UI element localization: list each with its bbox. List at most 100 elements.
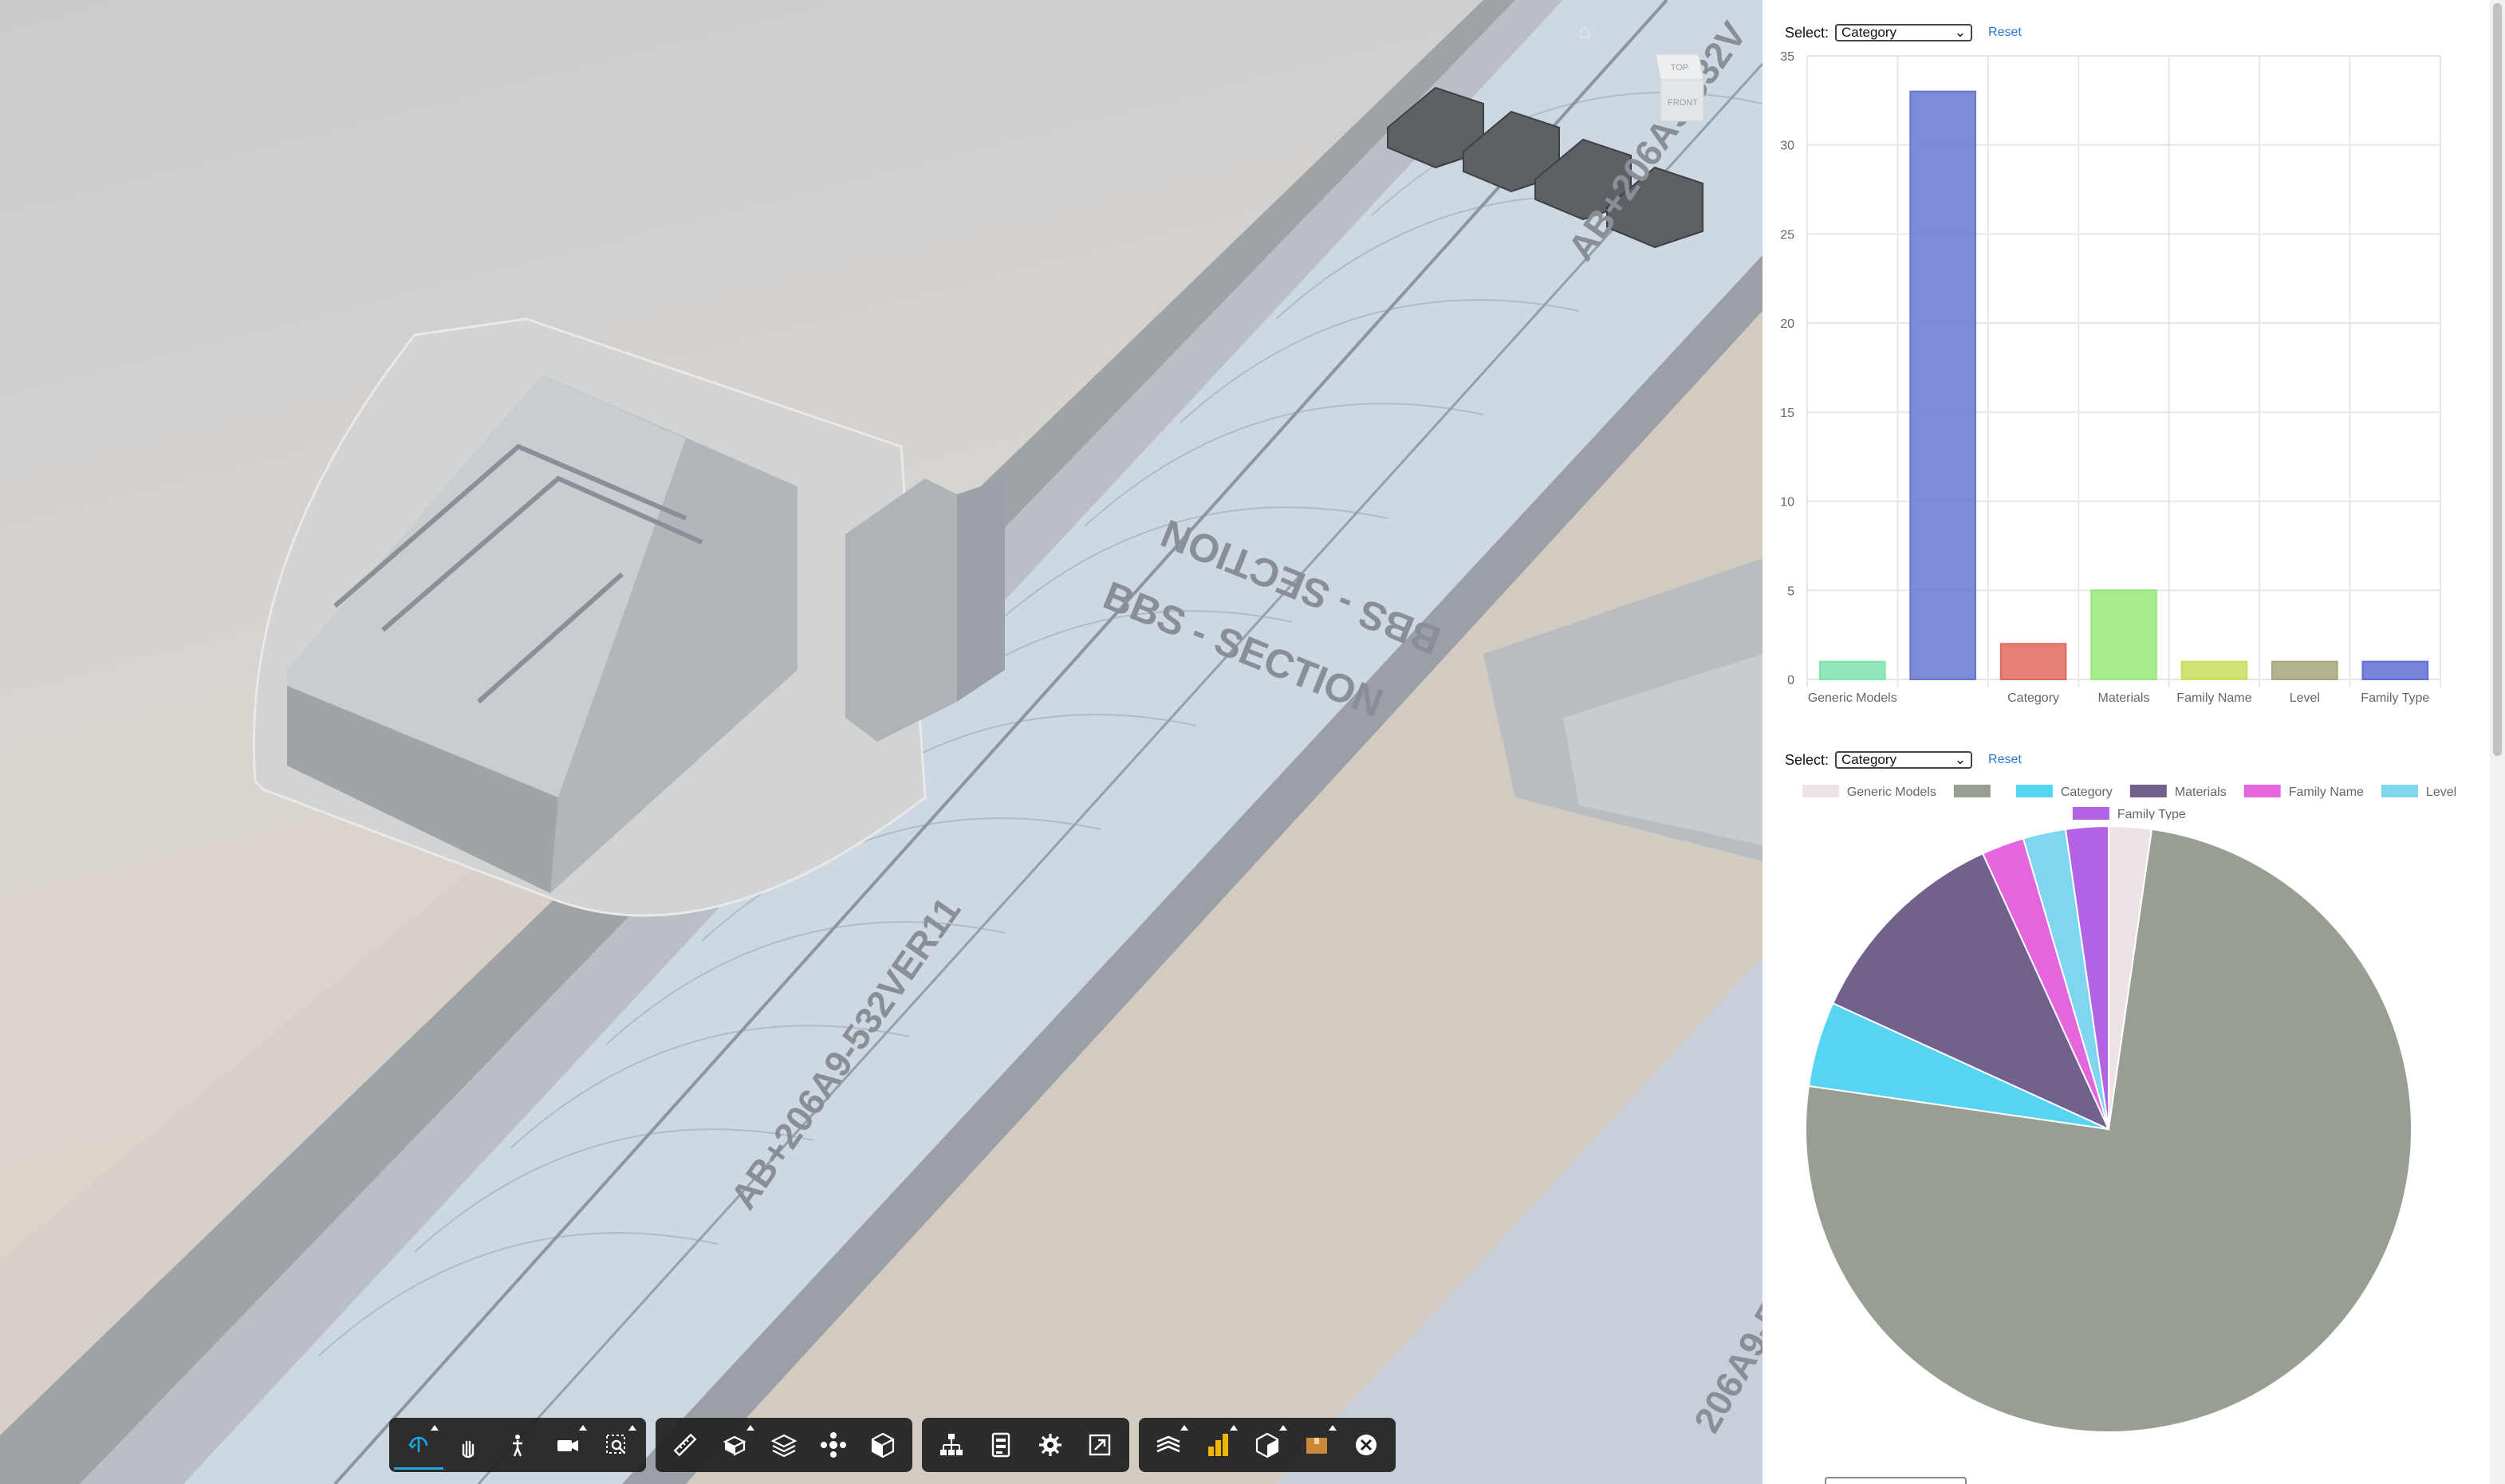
- bar[interactable]: [2180, 660, 2248, 681]
- view-cube[interactable]: TOP FRONT: [1651, 48, 1707, 128]
- fullscreen-icon: [1089, 1434, 1111, 1456]
- bar-x-tick-label: Category: [2007, 691, 2059, 705]
- 3d-viewer[interactable]: AB+206A9-532VER11 BBS - SECTION BBS - SE…: [0, 0, 1763, 1484]
- camera-button[interactable]: [542, 1420, 592, 1470]
- toolbar-group-3: [922, 1418, 1129, 1472]
- section-button[interactable]: [710, 1420, 759, 1470]
- more-arrow-icon: [431, 1425, 439, 1431]
- analytics-panel: Select: Category ⌄ Reset 0 5 10 15 20 25 30 35 G…: [1763, 0, 2496, 1484]
- pie-select-row: Select: Category ⌄ Reset: [1785, 751, 2022, 769]
- bar[interactable]: [1909, 90, 1976, 680]
- camera-icon: [557, 1440, 578, 1451]
- pie-legend: Generic Models Category Materials Family Na…: [1802, 785, 2456, 820]
- pie-legend-swatch[interactable]: [1953, 785, 1991, 797]
- toolbar-group-2: [656, 1418, 912, 1472]
- pie-legend-label[interactable]: Family Name: [2289, 785, 2364, 799]
- pie-legend-swatch[interactable]: [2381, 785, 2418, 797]
- bar-select-row: Select: Category ⌄ Reset: [1785, 24, 2022, 41]
- zoom-window-button[interactable]: [592, 1420, 641, 1470]
- settings-button[interactable]: [1026, 1420, 1075, 1470]
- next-select[interactable]: [1825, 1477, 1967, 1484]
- explode-button[interactable]: [809, 1420, 858, 1470]
- viewer-toolbar: [389, 1418, 1396, 1472]
- chevron-down-icon: ⌄: [1954, 25, 1967, 40]
- view-cube-top[interactable]: TOP: [1671, 63, 1688, 73]
- more-arrow-icon: [579, 1425, 587, 1431]
- model-scene[interactable]: AB+206A9-532VER11 BBS - SECTION BBS - SE…: [0, 0, 1763, 1484]
- scrollbar-thumb[interactable]: [2493, 3, 2502, 756]
- bar-y-tick-label: 20: [1780, 317, 1794, 331]
- pie-legend-label[interactable]: Generic Models: [1847, 785, 1936, 799]
- bar-category-select[interactable]: Category ⌄: [1835, 24, 1973, 41]
- properties-button[interactable]: [976, 1420, 1026, 1470]
- levels-icon: [1156, 1435, 1180, 1453]
- more-arrow-icon: [1230, 1425, 1238, 1431]
- scrollbar[interactable]: [2490, 0, 2505, 1484]
- pie-legend-label[interactable]: Level: [2426, 785, 2456, 799]
- bar[interactable]: [1999, 643, 2067, 680]
- bar-y-tick-label: 35: [1780, 50, 1794, 64]
- pie-legend-swatch[interactable]: [2129, 785, 2167, 797]
- bar-chart: 0 5 10 15 20 25 30 35 Generic Models Category Mate…: [1780, 50, 2441, 705]
- pie-legend-swatch[interactable]: [2072, 807, 2109, 820]
- settings-icon: [1039, 1434, 1061, 1456]
- cube-button[interactable]: [858, 1420, 908, 1470]
- bar[interactable]: [2271, 660, 2338, 681]
- pie-reset-link[interactable]: Reset: [1988, 753, 2022, 767]
- chevron-down-icon: ⌄: [1954, 752, 1967, 767]
- pan-icon: [462, 1440, 475, 1458]
- close-icon: [1356, 1435, 1377, 1455]
- measure-button[interactable]: [660, 1420, 710, 1470]
- bar-y-tick-label: 5: [1787, 585, 1794, 598]
- home-icon[interactable]: ⌂: [1573, 19, 1597, 43]
- walk-button[interactable]: [493, 1420, 542, 1470]
- pie-legend-label[interactable]: Category: [2061, 785, 2113, 799]
- section-icon: [723, 1435, 746, 1456]
- bar-select-label: Select:: [1785, 24, 1830, 41]
- pie-chart: [1805, 825, 2412, 1433]
- explode-icon: [821, 1432, 846, 1458]
- chart-blocks-icon: [1208, 1434, 1228, 1456]
- properties-icon: [991, 1432, 1010, 1458]
- pie-legend-swatch[interactable]: [2015, 785, 2053, 797]
- bar[interactable]: [2090, 589, 2157, 680]
- view-cube-front[interactable]: FRONT: [1668, 98, 1698, 108]
- more-arrow-icon: [1329, 1425, 1337, 1431]
- chart-blocks-button[interactable]: [1193, 1420, 1243, 1470]
- bar[interactable]: [1818, 660, 1886, 681]
- package-icon: [1306, 1438, 1327, 1454]
- bar[interactable]: [2361, 660, 2429, 681]
- walk-icon: [513, 1435, 522, 1457]
- bar-x-tick-label: Family Type: [2361, 691, 2429, 705]
- pie-select-label: Select:: [1785, 751, 1830, 768]
- bar-y-tick-label: 25: [1780, 228, 1794, 242]
- toolbar-group-1: [389, 1418, 646, 1472]
- cube-icon: [871, 1432, 895, 1458]
- layers-button[interactable]: [759, 1420, 809, 1470]
- zoom-window-icon: [606, 1435, 625, 1454]
- pie-legend-swatch[interactable]: [2243, 785, 2281, 797]
- package-button[interactable]: [1292, 1420, 1341, 1470]
- layers-icon: [770, 1434, 798, 1458]
- pie-legend-swatch[interactable]: [1802, 785, 1839, 797]
- more-arrow-icon: [746, 1425, 754, 1431]
- pan-button[interactable]: [443, 1420, 493, 1470]
- pie-legend-label[interactable]: Materials: [2175, 785, 2227, 799]
- pie-legend-label[interactable]: Family Type: [2117, 808, 2186, 820]
- isolate-icon: [1255, 1432, 1279, 1458]
- levels-button[interactable]: [1144, 1420, 1193, 1470]
- orbit-icon: [408, 1436, 428, 1452]
- isolate-button[interactable]: [1243, 1420, 1292, 1470]
- bar-reset-link[interactable]: Reset: [1988, 26, 2022, 40]
- pie-category-select[interactable]: Category ⌄: [1835, 751, 1973, 769]
- more-arrow-icon: [628, 1425, 636, 1431]
- model-tree-button[interactable]: [927, 1420, 976, 1470]
- model-tree-icon: [940, 1434, 963, 1455]
- more-arrow-icon: [1279, 1425, 1287, 1431]
- bar-x-tick-label: Family Name: [2176, 691, 2251, 705]
- close-button[interactable]: [1341, 1420, 1391, 1470]
- bar-select-value: Category: [1841, 25, 1897, 40]
- orbit-button[interactable]: [394, 1420, 443, 1470]
- bar-y-tick-label: 10: [1780, 496, 1794, 510]
- fullscreen-button[interactable]: [1075, 1420, 1124, 1470]
